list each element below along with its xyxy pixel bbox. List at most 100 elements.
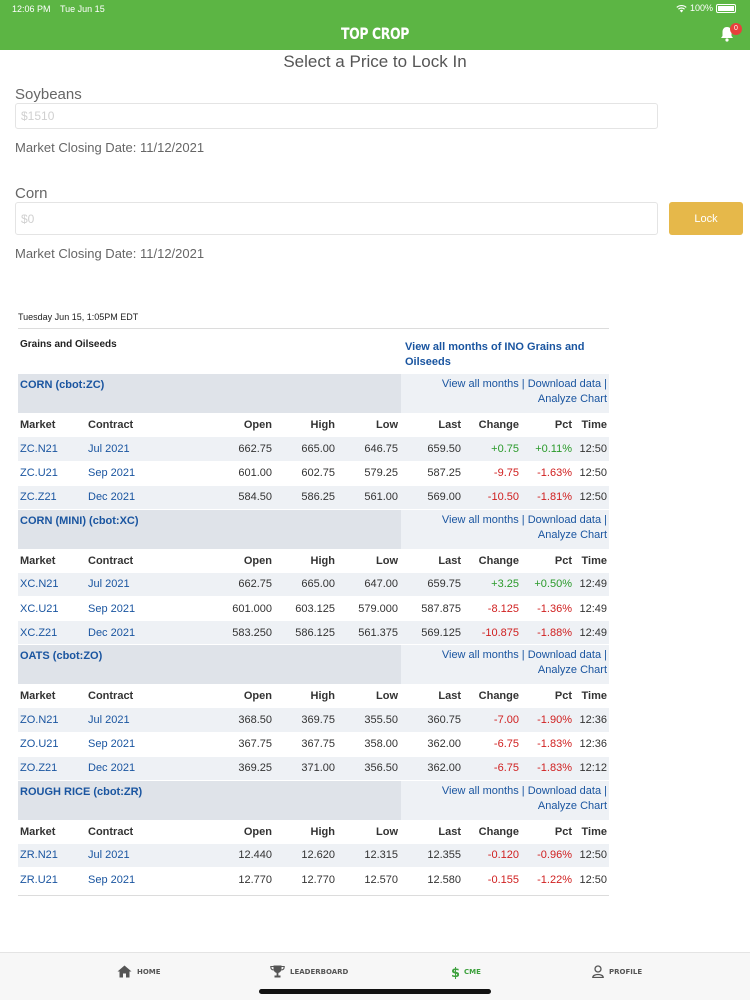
column-header-last: Last [438,825,461,838]
view-all-grains-link[interactable]: View all months of INO Grains and Oilsee… [405,339,609,374]
corn-price-input[interactable] [15,202,658,235]
cell-low: 358.00 [337,732,400,757]
cell-market[interactable]: ZR.N21 [18,843,88,868]
cell-market[interactable]: XC.U21 [18,596,88,621]
column-header-market: Market [20,554,56,567]
grains-header: Grains and Oilseeds View all months of I… [18,329,609,374]
view-all-months-link[interactable]: View all months [442,378,519,390]
cell-market[interactable]: ZR.U21 [18,867,88,892]
profile-icon [592,965,604,978]
quote-row: XC.U21 Sep 2021 601.000 603.125 579.000 587.8… [18,596,609,621]
svg-text:$: $ [451,966,459,979]
cell-high: 367.75 [274,732,337,757]
cell-market[interactable]: ZC.N21 [18,437,88,462]
app-title: TOP CROP [340,24,410,43]
cell-contract[interactable]: Dec 2021 [88,756,228,781]
group-name[interactable]: ROUGH RICE (cbot:ZR) [18,780,401,820]
trophy-icon [270,965,285,978]
soybeans-label: Soybeans [15,86,82,103]
cell-market[interactable]: ZC.Z21 [18,485,88,510]
cell-high: 369.75 [274,708,337,733]
cell-pct: -1.81% [521,485,574,510]
tab-cme[interactable]: $ CME [451,965,481,979]
tab-profile-label: PROFILE [609,967,643,976]
column-header-last: Last [438,554,461,567]
cell-contract[interactable]: Jul 2021 [88,572,228,597]
cell-time: 12:49 [574,620,609,645]
cell-last: 569.00 [400,485,463,510]
download-data-link[interactable]: Download data [528,378,601,390]
cell-change: -10.875 [463,620,521,645]
link-separator: | [604,513,607,526]
cell-contract[interactable]: Sep 2021 [88,732,228,757]
battery-percent: 100% [689,3,713,13]
analyze-chart-link[interactable]: Analyze Chart [538,393,607,405]
cell-contract[interactable]: Sep 2021 [88,867,228,892]
cell-contract[interactable]: Jul 2021 [88,708,228,733]
cell-high: 603.125 [274,596,337,621]
column-header-market: Market [20,825,56,838]
cell-low: 646.75 [337,437,400,462]
cell-contract[interactable]: Jul 2021 [88,437,228,462]
tab-home-label: HOME [137,967,161,976]
download-data-link[interactable]: Download data [528,785,601,797]
cell-high: 586.25 [274,485,337,510]
view-all-months-link[interactable]: View all months [442,785,519,797]
cell-high: 586.125 [274,620,337,645]
cell-pct: -1.22% [521,867,574,892]
view-all-months-link[interactable]: View all months [442,514,519,526]
download-data-link[interactable]: Download data [528,649,601,661]
status-bar: 12:06 PM Tue Jun 15 100% [0,0,750,20]
cell-pct: -1.83% [521,732,574,757]
column-header-low: Low [376,825,398,838]
analyze-chart-link[interactable]: Analyze Chart [538,529,607,541]
group-name[interactable]: OATS (cbot:ZO) [18,645,401,684]
status-right: 100% [676,3,736,13]
cell-contract[interactable]: Sep 2021 [88,596,228,621]
cell-last: 12.355 [400,843,463,868]
cell-last: 569.125 [400,620,463,645]
cell-time: 12:50 [574,461,609,486]
column-header-change: Change [478,554,519,567]
status-date: Tue Jun 15 [60,4,105,14]
lock-button[interactable]: Lock [669,202,743,235]
cell-contract[interactable]: Sep 2021 [88,461,228,486]
cell-time: 12:50 [574,485,609,510]
view-all-months-link[interactable]: View all months [442,649,519,661]
cell-open: 367.75 [228,732,274,757]
cell-contract[interactable]: Jul 2021 [88,843,228,868]
cell-market[interactable]: XC.Z21 [18,620,88,645]
tab-profile[interactable]: PROFILE [592,965,642,978]
group-links: View all months | Download data | Analyz… [401,374,609,413]
quote-groups: CORN (cbot:ZC) View all months | Download… [18,374,609,896]
group-header: ROUGH RICE (cbot:ZR) View all months | Do… [18,780,609,820]
cell-time: 12:49 [574,572,609,597]
soybeans-price-input[interactable] [15,103,658,129]
tab-leaderboard[interactable]: LEADERBOARD [270,965,348,978]
group-name[interactable]: CORN (cbot:ZC) [18,374,401,413]
column-header-market: Market [20,690,56,702]
quote-row: ZC.U21 Sep 2021 601.00 602.75 579.25 587.25 -9… [18,461,609,486]
cell-contract[interactable]: Dec 2021 [88,620,228,645]
analyze-chart-link[interactable]: Analyze Chart [538,664,607,676]
column-header-market: Market [20,419,56,431]
cell-market[interactable]: ZC.U21 [18,461,88,486]
cell-market[interactable]: XC.N21 [18,572,88,597]
cell-contract[interactable]: Dec 2021 [88,485,228,510]
cell-last: 659.75 [400,572,463,597]
tab-home[interactable]: HOME [117,965,161,978]
cell-last: 362.00 [400,756,463,781]
cell-high: 371.00 [274,756,337,781]
cell-market[interactable]: ZO.N21 [18,708,88,733]
column-header-contract: Contract [88,419,134,431]
cell-high: 12.620 [274,843,337,868]
group-name[interactable]: CORN (MINI) (cbot:XC) [18,509,401,549]
download-data-link[interactable]: Download data [528,514,601,526]
cell-last: 362.00 [400,732,463,757]
link-separator: | [604,378,607,390]
cell-low: 579.25 [337,461,400,486]
cell-market[interactable]: ZO.Z21 [18,756,88,781]
link-separator: | [604,649,607,661]
analyze-chart-link[interactable]: Analyze Chart [538,800,607,812]
cell-market[interactable]: ZO.U21 [18,732,88,757]
